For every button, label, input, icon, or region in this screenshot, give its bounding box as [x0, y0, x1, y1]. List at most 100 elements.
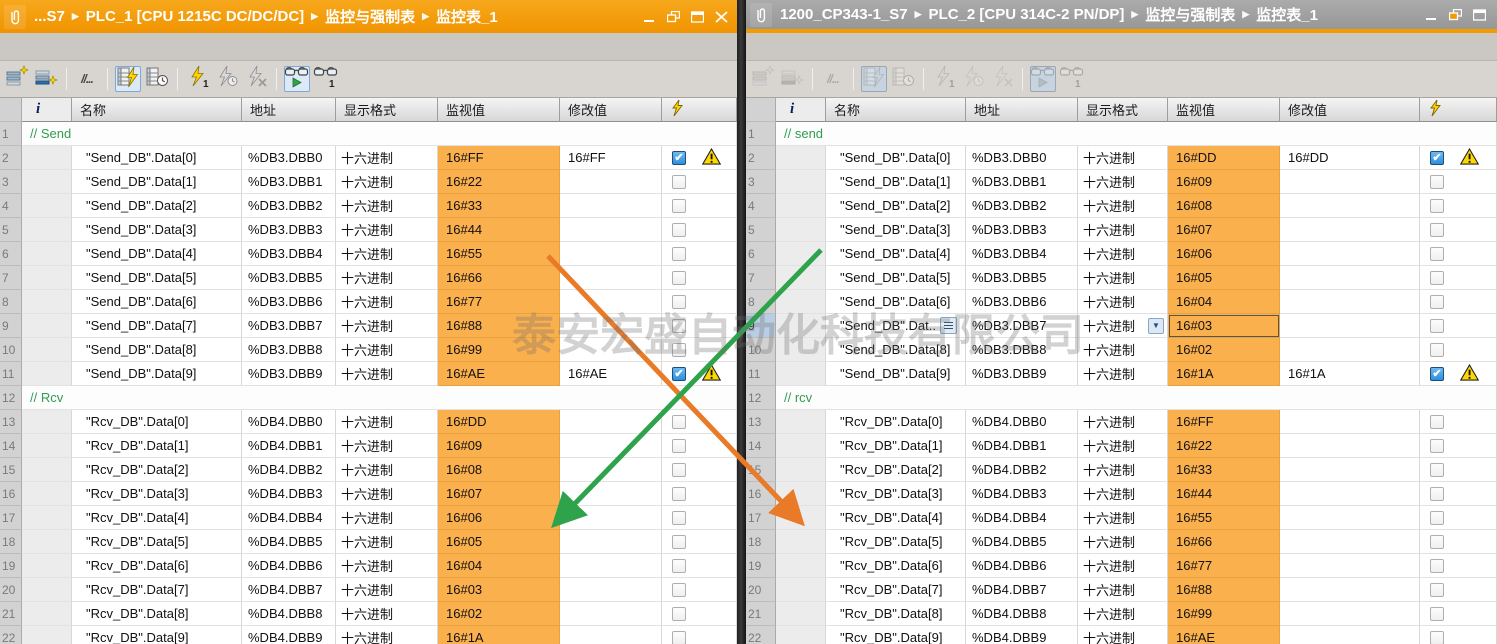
row-number[interactable]: 22	[0, 626, 22, 644]
comment-cell[interactable]: // Rcv	[22, 386, 737, 410]
tag-name-cell[interactable]: "Rcv_DB".Data[0]	[72, 410, 242, 434]
address-cell[interactable]: %DB3.DBB3	[242, 218, 336, 242]
display-format-cell[interactable]: 十六进制	[1078, 458, 1168, 482]
modify-checkbox[interactable]	[1430, 511, 1444, 525]
modify-checkbox[interactable]	[672, 607, 686, 621]
modify-value-cell[interactable]	[560, 242, 662, 266]
tag-name-cell[interactable]: "Send_DB".Data[0]	[826, 146, 966, 170]
monitor-value-cell[interactable]: 16#03	[1168, 314, 1280, 338]
row-number[interactable]: 14	[746, 434, 776, 458]
display-format-cell[interactable]: 十六进制▼	[1078, 314, 1168, 338]
display-format-cell[interactable]: 十六进制	[1078, 338, 1168, 362]
open-tag-list-button[interactable]	[940, 317, 957, 334]
add-row-button[interactable]	[33, 66, 59, 92]
modify-checkbox[interactable]	[672, 463, 686, 477]
monitor-value-cell[interactable]: 16#03	[438, 578, 560, 602]
display-format-cell[interactable]: 十六进制	[1078, 626, 1168, 644]
modify-checkbox[interactable]	[1430, 295, 1444, 309]
watch-run-button[interactable]	[284, 66, 310, 92]
address-cell[interactable]: %DB4.DBB1	[966, 434, 1078, 458]
row-number[interactable]: 5	[746, 218, 776, 242]
row-number[interactable]: 16	[0, 482, 22, 506]
modify-value-cell[interactable]	[560, 194, 662, 218]
pin-button[interactable]	[750, 3, 772, 27]
display-format-cell[interactable]: 十六进制	[1078, 266, 1168, 290]
monitor-value-cell[interactable]: 16#88	[438, 314, 560, 338]
tag-name-cell[interactable]: "Rcv_DB".Data[6]	[72, 554, 242, 578]
row-number[interactable]: 19	[746, 554, 776, 578]
monitor-value-cell[interactable]: 16#55	[438, 242, 560, 266]
modify-checkbox[interactable]	[672, 559, 686, 573]
modify-value-cell[interactable]	[1280, 434, 1420, 458]
tag-name-cell[interactable]: "Rcv_DB".Data[2]	[72, 458, 242, 482]
monitor-value-cell[interactable]: 16#DD	[1168, 146, 1280, 170]
modify-value-cell[interactable]	[560, 530, 662, 554]
breadcrumb-part[interactable]: 监控表_1	[436, 6, 498, 27]
row-number[interactable]: 3	[746, 170, 776, 194]
tag-name-cell[interactable]: "Rcv_DB".Data[9]	[72, 626, 242, 644]
monitor-value-cell[interactable]: 16#07	[438, 482, 560, 506]
modify-checkbox[interactable]	[1430, 175, 1444, 189]
breadcrumb-part[interactable]: PLC_1 [CPU 1215C DC/DC/DC]	[86, 8, 304, 25]
address-cell[interactable]: %DB3.DBB8	[242, 338, 336, 362]
comment-cell[interactable]: // rcv	[776, 386, 1497, 410]
monitor-all-button[interactable]	[861, 66, 887, 92]
address-cell[interactable]: %DB3.DBB3	[966, 218, 1078, 242]
row-number[interactable]: 6	[0, 242, 22, 266]
row-number[interactable]: 5	[0, 218, 22, 242]
tag-name-cell[interactable]: "Rcv_DB".Data[4]	[826, 506, 966, 530]
display-format-cell[interactable]: 十六进制	[336, 338, 438, 362]
monitor-value-cell[interactable]: 16#66	[1168, 530, 1280, 554]
display-format-cell[interactable]: 十六进制	[336, 290, 438, 314]
modify-checkbox[interactable]	[672, 439, 686, 453]
display-format-cell[interactable]: 十六进制	[1078, 602, 1168, 626]
modify-checkbox[interactable]: ✔	[672, 367, 686, 381]
monitor-value-cell[interactable]: 16#06	[438, 506, 560, 530]
display-format-cell[interactable]: 十六进制	[336, 218, 438, 242]
modify-value-cell[interactable]	[560, 170, 662, 194]
address-cell[interactable]: %DB3.DBB5	[966, 266, 1078, 290]
modify-checkbox[interactable]	[1430, 487, 1444, 501]
display-format-cell[interactable]: 十六进制	[336, 314, 438, 338]
add-row-button[interactable]	[779, 66, 805, 92]
monitor-value-cell[interactable]: 16#04	[1168, 290, 1280, 314]
modify-value-cell[interactable]: 16#1A	[1280, 362, 1420, 386]
modify-checkbox[interactable]	[1430, 631, 1444, 644]
modify-checkbox[interactable]	[1430, 463, 1444, 477]
column-header-modify-flash[interactable]	[662, 98, 737, 122]
column-header-modify[interactable]: 修改值	[1280, 98, 1420, 122]
display-format-cell[interactable]: 十六进制	[336, 626, 438, 644]
tag-name-cell[interactable]: "Rcv_DB".Data[2]	[826, 458, 966, 482]
monitor-value-cell[interactable]: 16#1A	[1168, 362, 1280, 386]
tag-name-cell[interactable]: "Send_DB".Data[9]	[72, 362, 242, 386]
monitor-value-cell[interactable]: 16#08	[438, 458, 560, 482]
modify-checkbox[interactable]	[672, 223, 686, 237]
modify-checkbox[interactable]	[672, 295, 686, 309]
monitor-value-cell[interactable]: 16#33	[1168, 458, 1280, 482]
display-format-cell[interactable]: 十六进制	[1078, 410, 1168, 434]
tag-name-cell[interactable]: "Rcv_DB".Data[3]	[826, 482, 966, 506]
address-cell[interactable]: %DB4.DBB4	[242, 506, 336, 530]
address-cell[interactable]: %DB3.DBB6	[966, 290, 1078, 314]
minimize-button[interactable]	[1424, 0, 1439, 29]
display-format-cell[interactable]: 十六进制	[1078, 146, 1168, 170]
display-format-cell[interactable]: 十六进制	[1078, 530, 1168, 554]
modify-value-cell[interactable]	[1280, 266, 1420, 290]
row-number[interactable]: 11	[746, 362, 776, 386]
modify-checkbox[interactable]	[1430, 223, 1444, 237]
display-format-cell[interactable]: 十六进制	[336, 170, 438, 194]
address-cell[interactable]: %DB4.DBB5	[966, 530, 1078, 554]
monitor-value-cell[interactable]: 16#99	[438, 338, 560, 362]
modify-checkbox[interactable]	[672, 175, 686, 189]
row-number[interactable]: 10	[746, 338, 776, 362]
column-header-info[interactable]: i	[22, 98, 72, 122]
modify-checkbox[interactable]	[672, 199, 686, 213]
display-format-cell[interactable]: 十六进制	[336, 530, 438, 554]
address-cell[interactable]: %DB4.DBB9	[966, 626, 1078, 644]
tag-name-cell[interactable]: "Send_DB".Data[3]	[826, 218, 966, 242]
row-number[interactable]: 20	[0, 578, 22, 602]
modify-cancel-button[interactable]	[243, 66, 269, 92]
close-button[interactable]	[714, 0, 729, 33]
modify-checkbox[interactable]	[672, 415, 686, 429]
column-header-address[interactable]: 地址	[242, 98, 336, 122]
